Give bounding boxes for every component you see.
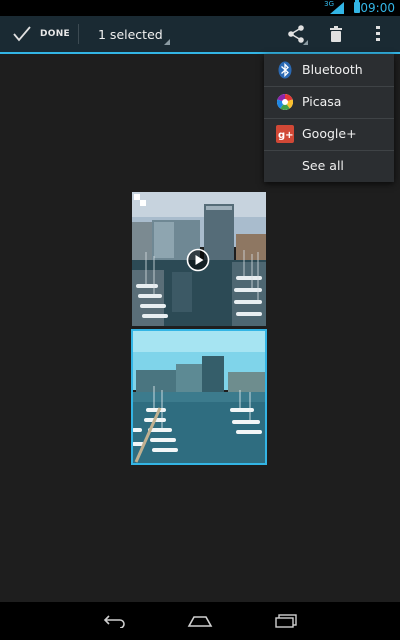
signal-icon <box>330 2 344 14</box>
overflow-menu-button[interactable] <box>358 16 398 52</box>
dropdown-corner-icon <box>164 39 170 45</box>
gallery-item-photo-selected[interactable] <box>131 329 267 465</box>
navigation-bar <box>0 602 400 640</box>
recent-apps-icon <box>275 614 297 628</box>
back-button[interactable] <box>85 602 145 640</box>
menu-divider <box>264 86 394 87</box>
done-label: DONE <box>40 29 71 39</box>
home-icon <box>187 616 213 627</box>
menu-divider <box>264 150 394 151</box>
share-menu-item-google-plus[interactable]: g+ Google+ <box>264 118 394 150</box>
check-icon <box>13 26 31 42</box>
picasa-icon <box>276 94 294 111</box>
share-menu-label: See all <box>302 158 344 173</box>
trash-icon <box>330 26 342 42</box>
back-icon <box>103 615 125 628</box>
delete-button[interactable] <box>316 16 356 52</box>
play-icon[interactable] <box>186 248 210 272</box>
selection-dropdown[interactable]: 1 selected <box>90 16 180 52</box>
done-button[interactable]: DONE <box>0 16 78 52</box>
status-time: 09:00 <box>360 1 395 15</box>
share-menu-item-see-all[interactable]: See all <box>264 150 394 182</box>
recent-apps-button[interactable] <box>256 602 316 640</box>
gallery-item-video[interactable] <box>132 192 266 326</box>
checker-icon <box>134 194 146 206</box>
photo-thumbnail <box>132 330 266 464</box>
share-menu-label: Google+ <box>302 126 357 141</box>
menu-divider <box>264 118 394 119</box>
overflow-menu-icon <box>376 26 380 41</box>
action-bar-divider <box>78 24 79 44</box>
selection-count: 1 selected <box>98 27 163 42</box>
share-dropdown-corner-icon <box>303 40 308 45</box>
svg-text:g+: g+ <box>278 130 294 141</box>
home-button[interactable] <box>170 602 230 640</box>
share-button[interactable] <box>276 16 316 52</box>
status-bar: 3G 09:00 <box>0 0 400 16</box>
google-plus-icon: g+ <box>276 125 294 143</box>
bluetooth-icon <box>278 61 292 79</box>
share-menu-item-bluetooth[interactable]: Bluetooth <box>264 54 394 86</box>
action-bar: DONE 1 selected <box>0 16 400 54</box>
share-menu-label: Bluetooth <box>302 62 363 77</box>
share-menu-item-picasa[interactable]: Picasa <box>264 86 394 118</box>
battery-icon <box>354 0 360 13</box>
share-menu-label: Picasa <box>302 94 342 109</box>
share-menu: Bluetooth Picasa g+ Google+ See all <box>264 54 394 182</box>
